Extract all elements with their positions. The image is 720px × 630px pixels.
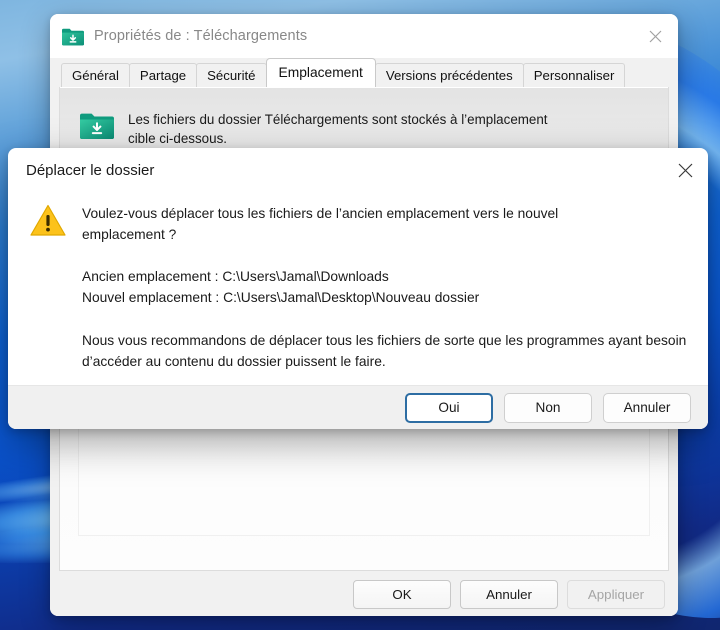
old-location-text: Ancien emplacement : C:\Users\Jamal\Down… [82, 269, 389, 284]
tab-securite[interactable]: Sécurité [196, 63, 267, 87]
warning-triangle-icon [30, 204, 66, 237]
cancel-button[interactable]: Annuler [603, 392, 691, 423]
close-icon[interactable] [662, 148, 708, 192]
properties-footer: OK Annuler Appliquer [50, 572, 678, 616]
move-dialog-title: Déplacer le dossier [26, 161, 155, 179]
move-dialog-titlebar: Déplacer le dossier [8, 148, 708, 192]
new-location-text: Nouvel emplacement : C:\Users\Jamal\Desk… [82, 290, 480, 305]
downloads-folder-icon [80, 111, 114, 140]
tab-versions-precedentes[interactable]: Versions précédentes [374, 63, 524, 87]
desktop-background: Propriétés de : Téléchargements Général … [0, 0, 720, 630]
apply-button: Appliquer [567, 579, 665, 609]
downloads-folder-icon [62, 27, 84, 46]
tab-personnaliser[interactable]: Personnaliser [522, 63, 626, 87]
yes-button[interactable]: Oui [405, 392, 493, 423]
close-icon[interactable] [632, 14, 678, 58]
cancel-button[interactable]: Annuler [460, 579, 558, 609]
move-recommendation-text: Nous vous recommandons de déplacer tous … [82, 333, 687, 369]
move-dialog-footer: Oui Non Annuler [8, 385, 708, 429]
tab-general[interactable]: Général [61, 63, 130, 87]
tab-partage[interactable]: Partage [128, 63, 198, 87]
tab-emplacement[interactable]: Emplacement [265, 58, 376, 87]
move-dialog-text: Voulez-vous déplacer tous les fichiers d… [82, 202, 690, 385]
location-description-text: Les fichiers du dossier Téléchargements … [128, 112, 548, 146]
move-question-text: Voulez-vous déplacer tous les fichiers d… [82, 206, 559, 242]
move-dialog-body: Voulez-vous déplacer tous les fichiers d… [8, 192, 708, 385]
move-folder-dialog: Déplacer le dossier Voulez-vous déplacer… [8, 148, 708, 429]
ok-button[interactable]: OK [353, 579, 451, 609]
move-paths: Ancien emplacement : C:\Users\Jamal\Down… [82, 266, 690, 308]
properties-window-title: Propriétés de : Téléchargements [94, 28, 308, 44]
location-description-row: Les fichiers du dossier Téléchargements … [60, 87, 668, 148]
properties-titlebar: Propriétés de : Téléchargements [50, 14, 678, 58]
no-button[interactable]: Non [504, 392, 592, 423]
properties-tabstrip: Général Partage Sécurité Emplacement Ver… [50, 58, 678, 87]
